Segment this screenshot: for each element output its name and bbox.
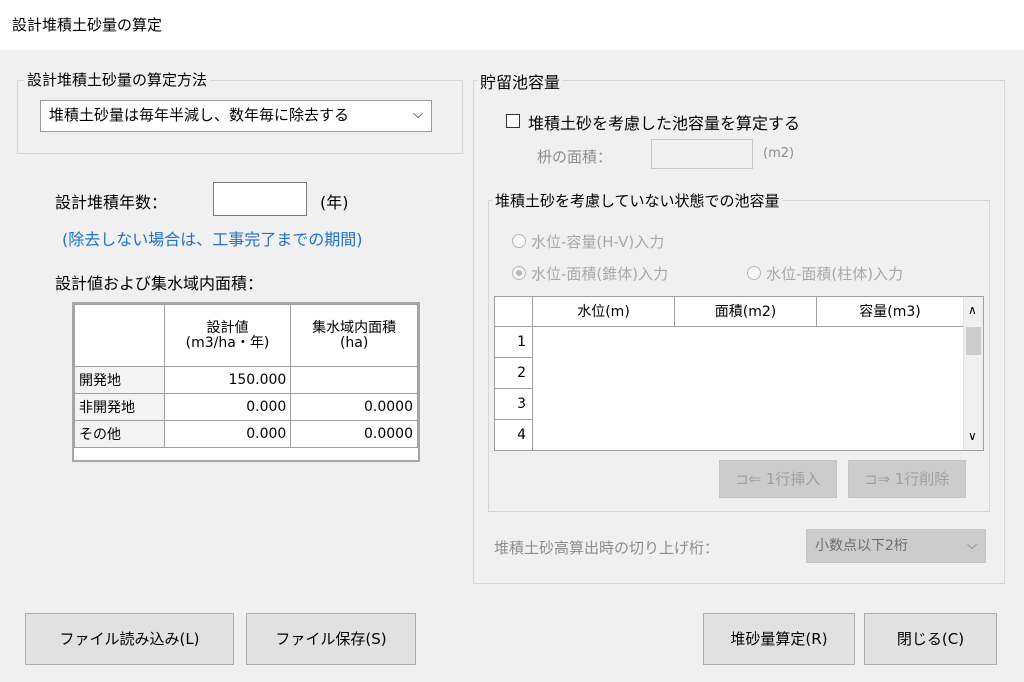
row-name: 開発地 xyxy=(74,366,165,394)
grid-corner-cell xyxy=(495,297,533,327)
radio-hv[interactable] xyxy=(512,234,526,248)
area-cell[interactable] xyxy=(290,366,418,394)
years-label: 設計堆積年数： xyxy=(55,193,168,212)
table-row: その他 0.000 0.0000 xyxy=(74,420,418,448)
grid-row-header: 4 xyxy=(495,420,533,450)
years-note: (除去しない場合は、工事完了までの期間) xyxy=(62,230,363,249)
chevron-down-icon: ⌵ xyxy=(967,538,977,553)
grid-header-volume: 容量(m3) xyxy=(817,297,963,327)
design-header-row: 設計値 (m3/ha・年) 集水域内面積 (ha) xyxy=(74,304,418,367)
water-level-grid[interactable]: 水位(m) 面積(m2) 容量(m3) 1 2 3 4 ∧ ∨ xyxy=(494,296,984,451)
grid-header-area: 面積(m2) xyxy=(675,297,817,327)
design-value-cell[interactable]: 0.000 xyxy=(163,420,292,448)
scroll-thumb[interactable] xyxy=(966,327,981,355)
header-catchment-area: 集水域内面積 (ha) xyxy=(290,304,418,367)
roundup-selected-value: 小数点以下2桁 xyxy=(815,538,908,554)
insert-row-label: 1行挿入 xyxy=(765,470,821,488)
grid-row-header: 1 xyxy=(495,327,533,358)
basin-area-label: 枡の面積： xyxy=(537,148,613,166)
method-selected-value: 堆積土砂量は毎年半減し、数年毎に除去する xyxy=(49,106,350,124)
chevron-down-icon: ⌵ xyxy=(413,107,423,122)
roundup-combobox[interactable]: 小数点以下2桁 ⌵ xyxy=(806,529,986,563)
grid-scrollbar[interactable]: ∧ ∨ xyxy=(963,297,983,450)
grid-header-water-level: 水位(m) xyxy=(533,297,675,327)
delete-row-button[interactable]: ⊐⇒ 1行削除 xyxy=(848,460,966,498)
save-file-button[interactable]: ファイル保存(S) xyxy=(246,613,416,665)
grid-row-header: 3 xyxy=(495,389,533,420)
area-cell[interactable]: 0.0000 xyxy=(290,420,418,448)
delete-row-label: 1行削除 xyxy=(894,470,950,488)
method-group-title: 設計堆積土砂量の算定方法 xyxy=(24,69,211,90)
design-value-cell[interactable]: 150.000 xyxy=(163,366,292,394)
design-table: 設計値 (m3/ha・年) 集水域内面積 (ha) 開発地 150.000 非開… xyxy=(74,304,418,448)
radio-hv-label[interactable]: 水位-容量(H-V)入力 xyxy=(531,231,664,252)
insert-row-button[interactable]: ⊐⇐ 1行挿入 xyxy=(719,460,837,498)
radio-cone-label[interactable]: 水位-面積(錐体)入力 xyxy=(531,263,668,284)
table-row: 非開発地 0.000 0.0000 xyxy=(74,393,418,421)
design-value-cell[interactable]: 0.000 xyxy=(163,393,292,421)
capacity-subgroup-title: 堆積土砂を考慮していない状態での池容量 xyxy=(492,190,783,211)
scroll-up-icon[interactable]: ∧ xyxy=(968,303,977,317)
radio-prism-label[interactable]: 水位-面積(柱体)入力 xyxy=(766,263,903,284)
radio-prism[interactable] xyxy=(747,266,761,280)
area-cell[interactable]: 0.0000 xyxy=(290,393,418,421)
pond-group-title: 貯留池容量 xyxy=(477,69,564,93)
roundup-label: 堆積土砂高算出時の切り上げ桁： xyxy=(494,539,720,557)
basin-area-input[interactable] xyxy=(651,139,753,169)
calculate-button[interactable]: 堆砂量算定(R) xyxy=(703,613,855,665)
insert-row-icon: ⊐⇐ xyxy=(735,470,761,488)
close-button[interactable]: 閉じる(C) xyxy=(864,613,997,665)
consider-sediment-label[interactable]: 堆積土砂を考慮した池容量を算定する xyxy=(528,110,800,134)
basin-area-unit: (m2) xyxy=(763,146,795,161)
radio-cone[interactable] xyxy=(512,266,526,280)
row-name: その他 xyxy=(74,420,165,448)
row-name: 非開発地 xyxy=(74,393,165,421)
scroll-down-icon[interactable]: ∨ xyxy=(968,429,977,443)
load-file-button[interactable]: ファイル読み込み(L) xyxy=(25,613,234,665)
design-label: 設計値および集水域内面積： xyxy=(55,274,264,293)
grid-row-header: 2 xyxy=(495,358,533,389)
consider-sediment-checkbox[interactable] xyxy=(506,114,520,128)
corner-cell xyxy=(74,304,165,367)
header-design-value: 設計値 (m3/ha・年) xyxy=(163,304,292,367)
window-title: 設計堆積土砂量の算定 xyxy=(12,16,163,34)
delete-row-icon: ⊐⇒ xyxy=(864,470,890,488)
years-unit: (年) xyxy=(320,193,349,212)
table-row: 開発地 150.000 xyxy=(74,366,418,394)
years-input[interactable] xyxy=(213,182,307,216)
method-combobox[interactable]: 堆積土砂量は毎年半減し、数年毎に除去する ⌵ xyxy=(40,100,432,132)
